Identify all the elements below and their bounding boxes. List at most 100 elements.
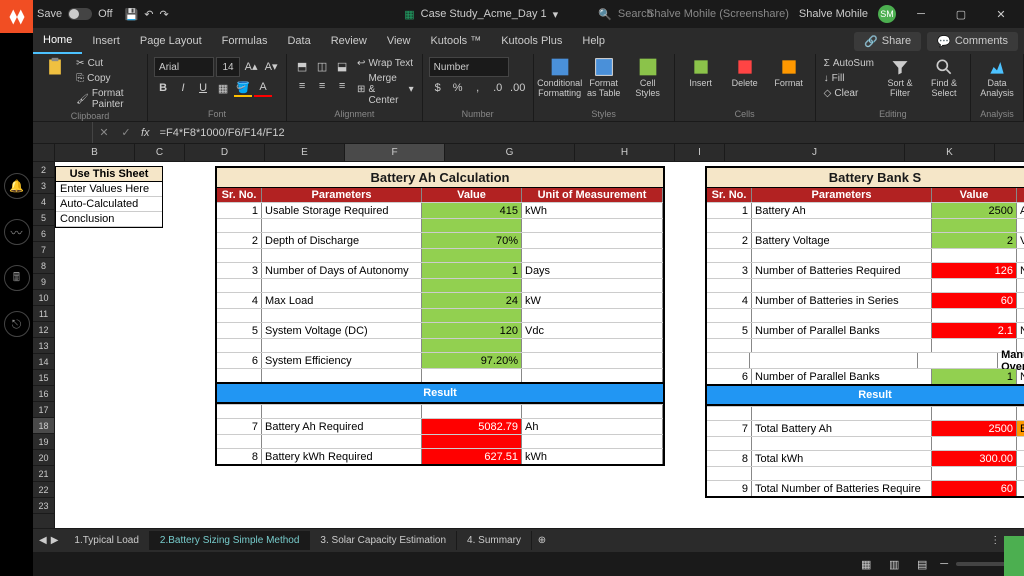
row-header[interactable]: 8: [33, 258, 54, 274]
activity-icon[interactable]: 〰: [4, 219, 30, 245]
autosave-toggle[interactable]: [68, 8, 92, 20]
font-grow-icon[interactable]: A▴: [242, 57, 260, 75]
tab-kutools[interactable]: Kutools ™: [420, 28, 491, 54]
tab-view[interactable]: View: [377, 28, 421, 54]
align-right-icon[interactable]: ≡: [333, 77, 351, 95]
col-header[interactable]: J: [725, 144, 905, 161]
wrap-text-button[interactable]: ↩ Wrap Text: [355, 57, 416, 70]
col-header[interactable]: B: [55, 144, 135, 161]
formula-input[interactable]: [154, 127, 1024, 139]
undo-icon[interactable]: ↶: [144, 8, 153, 21]
align-top-icon[interactable]: ⬒: [293, 57, 311, 75]
row-header[interactable]: 3: [33, 178, 54, 194]
format-cells-button[interactable]: Format: [769, 57, 809, 89]
data-analysis-button[interactable]: Data Analysis: [977, 57, 1017, 99]
comma-icon[interactable]: ,: [469, 79, 487, 97]
tab-help[interactable]: Help: [572, 28, 615, 54]
normal-view-icon[interactable]: ▦: [856, 556, 876, 572]
inc-decimal-icon[interactable]: .0: [489, 79, 507, 97]
row-header[interactable]: 13: [33, 338, 54, 354]
border-button[interactable]: ▦: [214, 79, 232, 97]
maximize-icon[interactable]: ▢: [946, 0, 976, 28]
dec-decimal-icon[interactable]: .00: [509, 79, 527, 97]
share-button[interactable]: 🔗Share: [854, 32, 921, 51]
cancel-formula-icon[interactable]: ✕: [93, 122, 115, 143]
sheet-tab[interactable]: 2.Battery Sizing Simple Method: [150, 531, 311, 550]
close-icon[interactable]: ✕: [986, 0, 1016, 28]
align-left-icon[interactable]: ≡: [293, 77, 311, 95]
col-header[interactable]: E: [265, 144, 345, 161]
bell-icon[interactable]: 🔔: [4, 173, 30, 199]
row-header[interactable]: 4: [33, 194, 54, 210]
sort-filter-button[interactable]: Sort & Filter: [880, 57, 920, 99]
col-header[interactable]: F: [345, 144, 445, 161]
col-header[interactable]: C: [135, 144, 185, 161]
share-icon[interactable]: ⎋: [4, 311, 30, 337]
tab-formulas[interactable]: Formulas: [212, 28, 278, 54]
copy-button[interactable]: ⎘ Copy: [74, 72, 141, 85]
bold-button[interactable]: B: [154, 79, 172, 97]
fill-color-button[interactable]: 🪣: [234, 79, 252, 97]
percent-icon[interactable]: %: [449, 79, 467, 97]
row-header[interactable]: 11: [33, 306, 54, 322]
delete-cells-button[interactable]: Delete: [725, 57, 765, 89]
search-box[interactable]: 🔍 Search: [598, 8, 653, 21]
row-header[interactable]: 6: [33, 226, 54, 242]
row-header[interactable]: 16: [33, 386, 54, 402]
align-center-icon[interactable]: ≡: [313, 77, 331, 95]
fill-button[interactable]: ↓ Fill: [822, 72, 876, 85]
font-color-button[interactable]: A: [254, 79, 272, 97]
add-sheet-icon[interactable]: ⊕: [532, 535, 552, 546]
sheet-tab[interactable]: 1.Typical Load: [64, 531, 150, 550]
col-header[interactable]: H: [575, 144, 675, 161]
redo-icon[interactable]: ↷: [159, 8, 168, 21]
italic-button[interactable]: I: [174, 79, 192, 97]
conditional-formatting-button[interactable]: Conditional Formatting: [540, 57, 580, 99]
currency-icon[interactable]: $: [429, 79, 447, 97]
font-name-input[interactable]: Arial: [154, 57, 214, 77]
col-header[interactable]: D: [185, 144, 265, 161]
align-mid-icon[interactable]: ◫: [313, 57, 331, 75]
autosum-button[interactable]: Σ AutoSum: [822, 57, 876, 70]
row-header[interactable]: 18: [33, 418, 54, 434]
row-header[interactable]: 21: [33, 466, 54, 482]
row-header[interactable]: 19: [33, 434, 54, 450]
merge-center-button[interactable]: ⊞ Merge & Center ▾: [355, 72, 416, 107]
tab-layout[interactable]: Page Layout: [130, 28, 212, 54]
row-header[interactable]: 2: [33, 162, 54, 178]
calc-icon[interactable]: 🖩: [4, 265, 30, 291]
fx-icon[interactable]: fx: [137, 127, 154, 139]
sheet-tab[interactable]: 3. Solar Capacity Estimation: [310, 531, 457, 550]
confirm-formula-icon[interactable]: ✓: [115, 122, 137, 143]
number-format-select[interactable]: Number: [429, 57, 509, 77]
clear-button[interactable]: ◇ Clear: [822, 87, 876, 100]
name-box[interactable]: [33, 122, 93, 143]
sheet-canvas[interactable]: Use This Sheet Enter Values Here Auto-Ca…: [55, 162, 1024, 528]
row-header[interactable]: 20: [33, 450, 54, 466]
insert-cells-button[interactable]: Insert: [681, 57, 721, 89]
pagebreak-view-icon[interactable]: ▤: [912, 556, 932, 572]
cell-styles-button[interactable]: Cell Styles: [628, 57, 668, 99]
comments-button[interactable]: 💬Comments: [927, 32, 1018, 51]
row-header[interactable]: 5: [33, 210, 54, 226]
save-icon[interactable]: 💾: [125, 8, 139, 21]
col-header[interactable]: I: [675, 144, 725, 161]
font-shrink-icon[interactable]: A▾: [262, 57, 280, 75]
tab-data[interactable]: Data: [277, 28, 320, 54]
col-header[interactable]: G: [445, 144, 575, 161]
format-painter-button[interactable]: 🖌 Format Painter: [74, 87, 141, 111]
tab-review[interactable]: Review: [321, 28, 377, 54]
row-header[interactable]: 17: [33, 402, 54, 418]
prev-sheet-icon[interactable]: ◀: [39, 535, 47, 546]
zoom-out-icon[interactable]: ─: [940, 558, 948, 570]
row-header[interactable]: 14: [33, 354, 54, 370]
find-select-button[interactable]: Find & Select: [924, 57, 964, 99]
tab-kutoolsplus[interactable]: Kutools Plus: [491, 28, 572, 54]
col-header[interactable]: K: [905, 144, 995, 161]
tab-insert[interactable]: Insert: [82, 28, 130, 54]
font-size-input[interactable]: 14: [216, 57, 240, 77]
row-header[interactable]: 15: [33, 370, 54, 386]
minimize-icon[interactable]: ─: [906, 0, 936, 28]
row-header[interactable]: 23: [33, 498, 54, 514]
file-title[interactable]: ▦ Case Study_Acme_Day 1 ▾: [404, 8, 558, 21]
